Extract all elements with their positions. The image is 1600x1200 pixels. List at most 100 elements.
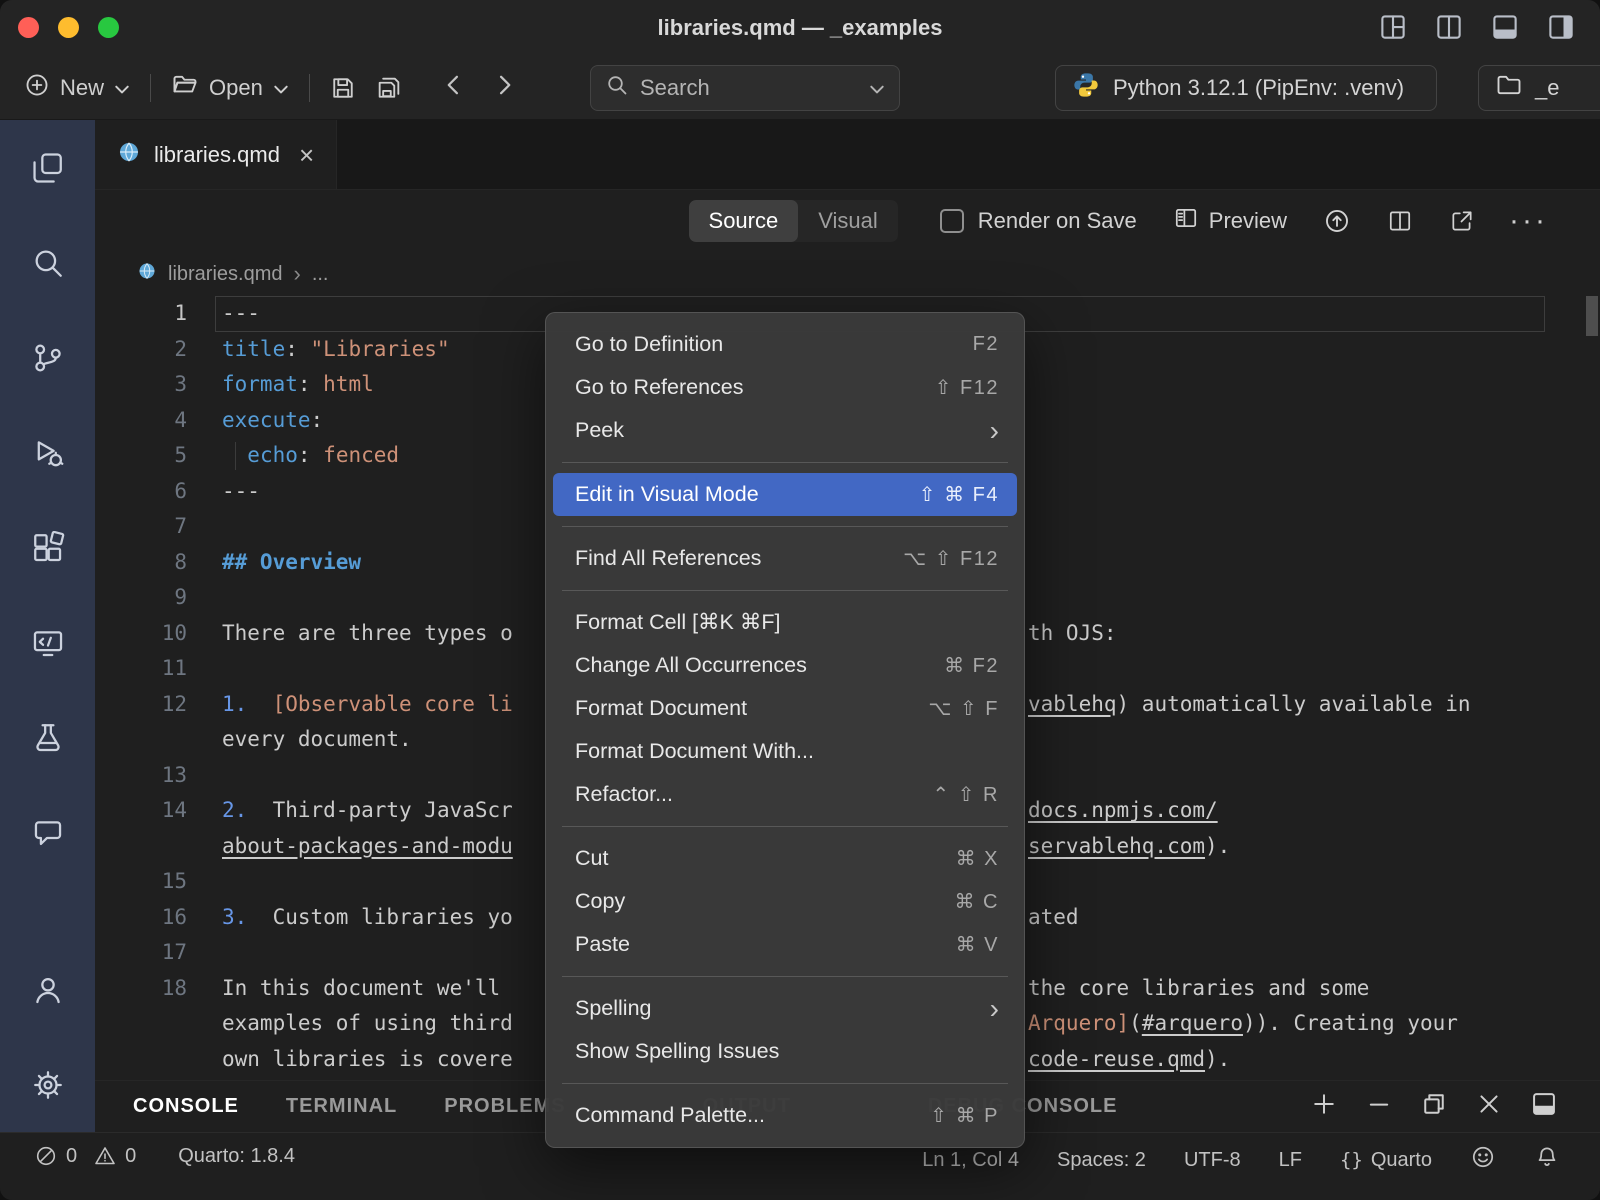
menu-item-label: Spelling <box>575 996 990 1021</box>
line-number: 7 <box>95 509 187 545</box>
menu-item-copy[interactable]: Copy⌘ C <box>553 880 1017 923</box>
menu-item-refactor[interactable]: Refactor...⌃ ⇧ R <box>553 773 1017 816</box>
visual-mode-button[interactable]: Visual <box>798 200 898 242</box>
menu-item-edit-in-visual-mode[interactable]: Edit in Visual Mode⇧ ⌘ F4 <box>553 473 1017 516</box>
quarto-file-icon <box>117 140 141 170</box>
tab-label: libraries.qmd <box>154 142 280 168</box>
panel-tab-console[interactable]: CONSOLE <box>133 1095 239 1118</box>
error-count[interactable]: 0 <box>34 1144 77 1168</box>
eol-status[interactable]: LF <box>1279 1149 1302 1172</box>
quarto-version-status[interactable]: Quarto: 1.8.4 <box>178 1145 295 1168</box>
code-token: : <box>311 408 324 432</box>
line-number: 15 <box>95 864 187 900</box>
menu-item-shortcut: ⌥ ⇧ F <box>928 696 999 721</box>
panel-close-icon[interactable] <box>1475 1090 1503 1123</box>
code-token: own libraries is covere <box>222 1047 513 1071</box>
open-button[interactable]: Open <box>161 63 299 113</box>
remote-sessions-icon[interactable] <box>0 595 95 690</box>
line-number: 5 <box>95 438 187 474</box>
menu-item-peek[interactable]: Peek› <box>553 409 1017 452</box>
split-editor-button[interactable] <box>1387 208 1413 234</box>
code-token: ated <box>1028 905 1079 929</box>
panel-layout-icon[interactable] <box>1530 1090 1558 1123</box>
tab-close-icon[interactable]: × <box>299 142 314 168</box>
menu-item-shortcut: ⇧ ⌘ P <box>930 1103 999 1128</box>
search-dropdown-chevron-icon <box>869 75 885 101</box>
line-number: 9 <box>95 580 187 616</box>
interpreter-selector[interactable]: Python 3.12.1 (PipEnv: .venv) <box>1055 65 1437 111</box>
split-editor-layout-icon[interactable] <box>1434 12 1464 42</box>
panel-tab-terminal[interactable]: TERMINAL <box>286 1095 397 1118</box>
menu-item-change-all-occurrences[interactable]: Change All Occurrences⌘ F2 <box>553 644 1017 687</box>
toolbar-separator <box>309 74 310 102</box>
feedback-smiley-icon[interactable] <box>1470 1144 1496 1176</box>
notifications-bell-icon[interactable] <box>1534 1144 1560 1176</box>
workspace-selector[interactable]: _e <box>1478 65 1600 111</box>
tab-libraries-qmd[interactable]: libraries.qmd × <box>95 120 337 189</box>
menu-item-format-cell-k-f[interactable]: Format Cell [⌘K ⌘F] <box>553 601 1017 644</box>
menu-item-label: Copy <box>575 889 955 914</box>
search-sidebar-icon[interactable] <box>0 215 95 310</box>
panel-add-icon[interactable] <box>1310 1090 1338 1123</box>
save-icon <box>329 74 357 102</box>
menu-item-format-document-with[interactable]: Format Document With... <box>553 730 1017 773</box>
menu-item-label: Refactor... <box>575 782 932 807</box>
breadcrumb-ellipsis[interactable]: ... <box>312 263 329 286</box>
menu-item-shortcut: ⇧ ⌘ F4 <box>919 482 999 507</box>
panel-minimize-icon[interactable] <box>1365 1090 1393 1123</box>
source-mode-button[interactable]: Source <box>689 200 799 242</box>
line-number: 3 <box>95 367 187 403</box>
menu-item-format-document[interactable]: Format Document⌥ ⇧ F <box>553 687 1017 730</box>
testing-flask-icon[interactable] <box>0 690 95 785</box>
navigate-forward-button[interactable] <box>490 71 518 104</box>
breadcrumb-file[interactable]: libraries.qmd <box>168 263 282 286</box>
open-dropdown-chevron-icon <box>273 75 289 101</box>
preview-icon <box>1173 205 1199 237</box>
code-token: ). <box>1205 834 1230 858</box>
editor-scrollbar[interactable] <box>1586 296 1598 336</box>
customize-layout-icon[interactable] <box>1378 12 1408 42</box>
menu-item-show-spelling-issues[interactable]: Show Spelling Issues <box>553 1030 1017 1073</box>
save-all-button[interactable] <box>366 66 412 110</box>
run-debug-icon[interactable] <box>0 405 95 500</box>
new-button[interactable]: New <box>14 64 140 112</box>
account-icon[interactable] <box>0 942 95 1037</box>
extensions-icon[interactable] <box>0 500 95 595</box>
menu-separator <box>562 976 1008 977</box>
menu-item-shortcut: F2 <box>973 333 999 356</box>
code-token: [Observable core li <box>273 692 513 716</box>
indentation-status[interactable]: Spaces: 2 <box>1057 1149 1146 1172</box>
menu-item-cut[interactable]: Cut⌘ X <box>553 837 1017 880</box>
menu-item-label: Format Document With... <box>575 739 999 764</box>
open-external-button[interactable] <box>1449 208 1475 234</box>
warning-count[interactable]: 0 <box>93 1144 136 1168</box>
menu-item-find-all-references[interactable]: Find All References⌥ ⇧ F12 <box>553 537 1017 580</box>
source-control-icon[interactable] <box>0 310 95 405</box>
more-actions-button[interactable]: ··· <box>1509 204 1548 238</box>
explorer-icon[interactable] <box>0 120 95 215</box>
menu-item-go-to-definition[interactable]: Go to DefinitionF2 <box>553 323 1017 366</box>
cursor-position-status[interactable]: Ln 1, Col 4 <box>922 1149 1019 1172</box>
panel-restore-icon[interactable] <box>1420 1090 1448 1123</box>
render-on-save-checkbox[interactable] <box>940 209 964 233</box>
menu-item-command-palette[interactable]: Command Palette...⇧ ⌘ P <box>553 1094 1017 1137</box>
menu-item-paste[interactable]: Paste⌘ V <box>553 923 1017 966</box>
menu-item-go-to-references[interactable]: Go to References⇧ F12 <box>553 366 1017 409</box>
titlebar: libraries.qmd — _examples <box>0 0 1600 56</box>
save-button[interactable] <box>320 66 366 110</box>
toggle-secondary-sidebar-icon[interactable] <box>1546 12 1576 42</box>
search-input[interactable]: Search <box>590 65 900 111</box>
code-token: "Libraries" <box>311 337 450 361</box>
language-mode-status[interactable]: {} Quarto <box>1340 1149 1432 1172</box>
line-number <box>95 1006 187 1042</box>
chat-icon[interactable] <box>0 785 95 880</box>
preview-button[interactable]: Preview <box>1173 205 1287 237</box>
menu-item-spelling[interactable]: Spelling› <box>553 987 1017 1030</box>
settings-gear-icon[interactable] <box>0 1037 95 1132</box>
toggle-panel-icon[interactable] <box>1490 12 1520 42</box>
code-token: 3. <box>222 905 247 929</box>
line-content-right-fragment: code-reuse.qmd). <box>1028 1042 1230 1078</box>
render-button[interactable] <box>1323 207 1351 235</box>
navigate-back-button[interactable] <box>440 71 468 104</box>
encoding-status[interactable]: UTF-8 <box>1184 1149 1241 1172</box>
